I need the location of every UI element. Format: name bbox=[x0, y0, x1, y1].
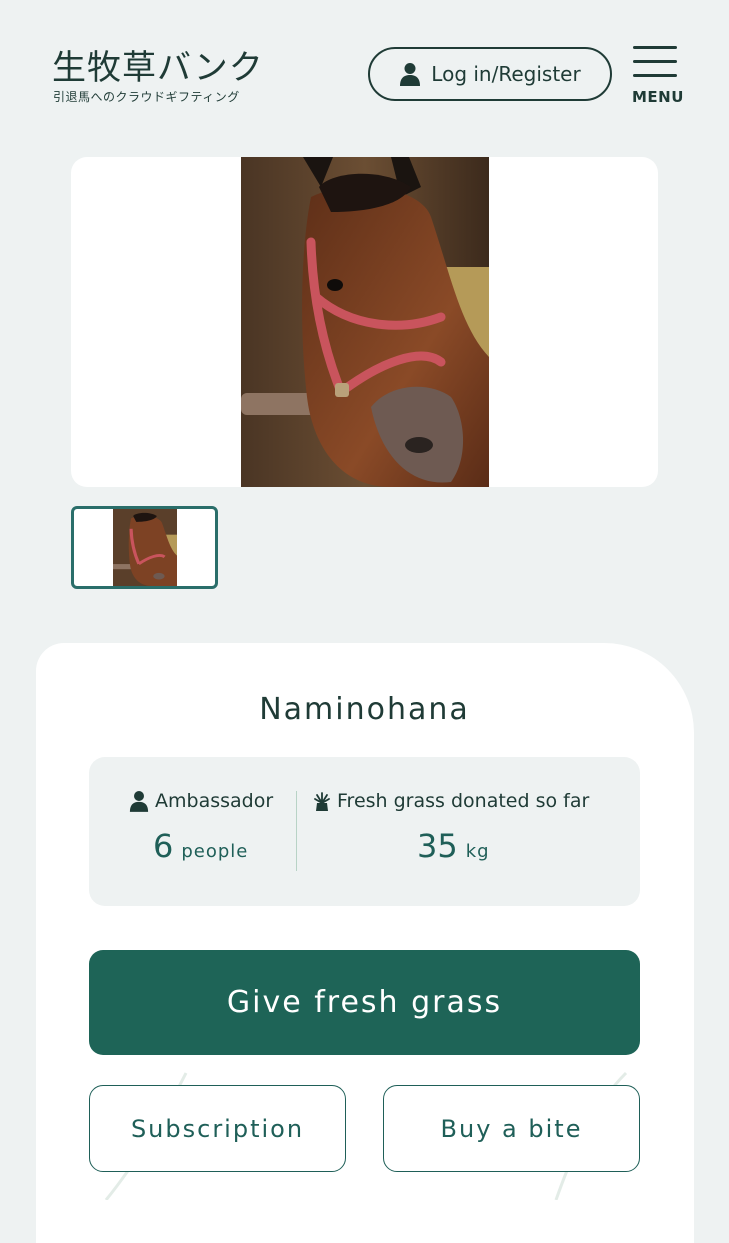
login-register-label: Log in/Register bbox=[431, 62, 581, 86]
horse-photo bbox=[241, 157, 489, 487]
ambassador-value: 6 bbox=[153, 827, 174, 865]
login-register-button[interactable]: Log in/Register bbox=[368, 47, 612, 101]
logo-title[interactable]: 生牧草バンク bbox=[52, 40, 264, 89]
subscription-button[interactable]: Subscription bbox=[89, 1085, 346, 1172]
stats-divider bbox=[296, 791, 297, 871]
main-photo-card bbox=[71, 157, 658, 487]
logo-subtitle: 引退馬へのクラウドギフティング bbox=[53, 90, 240, 104]
buy-a-bite-label: Buy a bite bbox=[440, 1114, 583, 1143]
menu-button[interactable]: MENU bbox=[630, 44, 683, 110]
ambassador-count: 6 people bbox=[153, 827, 248, 865]
subscription-label: Subscription bbox=[130, 1114, 305, 1143]
user-icon bbox=[129, 791, 149, 812]
site-header: 生牧草バンク 引退馬へのクラウドギフティング Log in/Register M… bbox=[0, 0, 729, 140]
grass-unit: kg bbox=[465, 841, 490, 862]
grass-amount: 35 kg bbox=[417, 827, 490, 865]
give-fresh-grass-label: Give fresh grass bbox=[226, 985, 503, 1020]
grass-icon bbox=[314, 792, 330, 811]
buy-a-bite-button[interactable]: Buy a bite bbox=[383, 1085, 640, 1172]
menu-label: MENU bbox=[632, 88, 684, 106]
ambassador-label: Ambassador bbox=[129, 790, 273, 812]
horse-name: Naminohana bbox=[259, 692, 470, 727]
user-icon bbox=[400, 63, 421, 86]
grass-value: 35 bbox=[417, 827, 458, 865]
grass-label-text: Fresh grass donated so far bbox=[337, 790, 590, 812]
stats-panel: Ambassador 6 people Fresh grass donated s… bbox=[89, 757, 640, 906]
ambassador-unit: people bbox=[181, 841, 249, 862]
grass-label: Fresh grass donated so far bbox=[313, 790, 589, 812]
give-fresh-grass-button[interactable]: Give fresh grass bbox=[89, 950, 640, 1055]
ambassador-label-text: Ambassador bbox=[155, 790, 274, 812]
hamburger-menu-icon bbox=[633, 46, 677, 49]
horse-thumbnail-image bbox=[113, 509, 177, 586]
photo-thumbnail[interactable] bbox=[71, 506, 218, 589]
